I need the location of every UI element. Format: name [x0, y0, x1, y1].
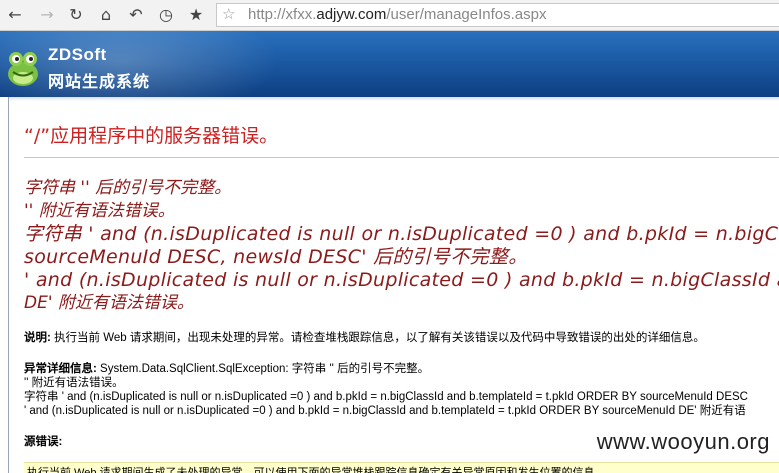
- back-icon[interactable]: ←: [5, 5, 25, 25]
- address-url[interactable]: http://xfxx.adjyw.com/user/manageInfos.a…: [248, 4, 546, 26]
- bookmark-star-icon[interactable]: ★: [186, 5, 206, 25]
- error-message-line: 字符串 '' 后的引号不完整。: [24, 178, 232, 198]
- description-section: 说明: 执行当前 Web 请求期间，出现未处理的异常。请检查堆栈跟踪信息，以了解…: [24, 331, 705, 345]
- mascot-logo-icon: [8, 52, 38, 86]
- exception-label: 异常详细信息:: [24, 363, 97, 375]
- source-error-label: 源错误:: [24, 436, 63, 448]
- undo-icon[interactable]: ↶: [126, 5, 146, 25]
- page-title: “/”应用程序中的服务器错误。: [24, 125, 279, 147]
- home-icon[interactable]: ⌂: [96, 5, 116, 25]
- source-error-box: 执行当前 Web 请求期间生成了未处理的异常。可以使用下面的异常堆栈跟踪信息确定…: [24, 462, 779, 473]
- exception-text: System.Data.SqlClient.SqlException: 字符串 …: [96, 363, 430, 375]
- source-error-section: 源错误:: [24, 435, 62, 449]
- exception-line: 字符串 ' and (n.isDuplicated is null or n.i…: [24, 391, 748, 403]
- error-message-line: ' and (n.isDuplicated is null or n.isDup…: [24, 269, 779, 291]
- description-label: 说明:: [24, 332, 51, 344]
- reload-icon[interactable]: ↻: [66, 5, 86, 25]
- history-icon[interactable]: ◷: [156, 5, 176, 25]
- page-star-icon[interactable]: ☆: [222, 4, 235, 26]
- forward-icon[interactable]: →: [37, 5, 57, 25]
- error-page: “/”应用程序中的服务器错误。 字符串 '' 后的引号不完整。 '' 附近有语法…: [8, 97, 779, 473]
- source-error-text: 执行当前 Web 请求期间生成了未处理的异常。可以使用下面的异常堆栈跟踪信息确定…: [27, 467, 606, 473]
- description-text: 执行当前 Web 请求期间，出现未处理的异常。请检查堆栈跟踪信息，以了解有关该错…: [50, 332, 705, 344]
- error-message-line: sourceMenuId DESC, newsId DESC' 后的引号不完整。: [24, 246, 528, 268]
- exception-details-section: 异常详细信息: System.Data.SqlClient.SqlExcepti…: [24, 362, 429, 376]
- address-bar[interactable]: ☆ http://xfxx.adjyw.com/user/manageInfos…: [216, 3, 779, 27]
- divider: [24, 157, 779, 158]
- site-banner: ZDSoft 网站生成系统: [0, 31, 779, 97]
- exception-line: ' and (n.isDuplicated is null or n.isDup…: [24, 405, 746, 417]
- exception-line: '' 附近有语法错误。: [24, 377, 124, 389]
- browser-toolbar: ← → ↻ ⌂ ↶ ◷ ★ ☆ http://xfxx.adjyw.com/us…: [0, 0, 779, 31]
- logo-title-en: ZDSoft: [48, 45, 107, 64]
- error-message-line: '' 附近有语法错误。: [24, 201, 175, 221]
- logo-title-cn: 网站生成系统: [48, 72, 151, 91]
- error-message-line: 字符串 ' and (n.isDuplicated is null or n.i…: [24, 223, 779, 245]
- watermark: www.wooyun.org: [596, 429, 770, 454]
- error-message-line: DE' 附近有语法错误。: [24, 293, 194, 313]
